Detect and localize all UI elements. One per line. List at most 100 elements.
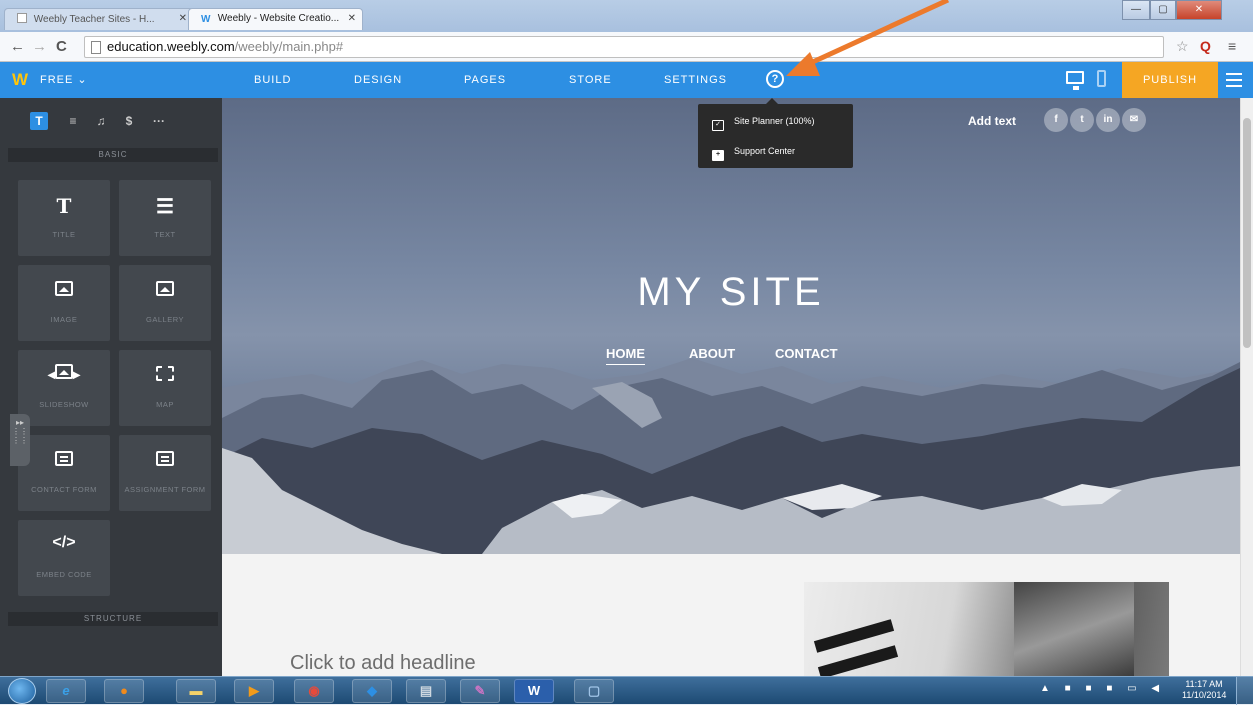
menu-item-label: Support Center bbox=[734, 146, 796, 156]
element-contact-form[interactable]: CONTACT FORM bbox=[18, 435, 110, 511]
system-clock[interactable]: 11:17 AM 11/10/2014 bbox=[1182, 679, 1226, 701]
word-icon[interactable]: W bbox=[514, 679, 554, 703]
publish-button[interactable]: PUBLISH bbox=[1122, 62, 1218, 98]
menu-item-site-planner[interactable]: ✓ Site Planner (100%) bbox=[712, 116, 815, 131]
desktop-view-icon[interactable] bbox=[1066, 71, 1084, 90]
system-tray[interactable]: ▲ ■ ■ ■ ▭ ◀ bbox=[1040, 683, 1165, 694]
element-title[interactable]: T TITLE bbox=[18, 180, 110, 256]
weebly-logo-icon[interactable]: W bbox=[12, 70, 36, 89]
address-bar[interactable]: education.weebly.com/weebly/main.php# bbox=[84, 36, 1164, 58]
tab-label: Weebly Teacher Sites - H... bbox=[33, 14, 155, 25]
nav-build[interactable]: BUILD bbox=[254, 74, 291, 86]
element-assignment-form[interactable]: ASSIGNMENT FORM bbox=[119, 435, 211, 511]
extension-icon[interactable]: Q bbox=[1200, 38, 1211, 54]
facebook-icon[interactable]: f bbox=[1044, 108, 1068, 132]
weebly-nav-left: W FREE ⌄ bbox=[0, 62, 222, 98]
tab-media[interactable]: ♫ bbox=[92, 112, 110, 130]
title-icon: T bbox=[56, 194, 72, 218]
menu-item-label: Site Planner (100%) bbox=[734, 116, 815, 126]
back-arrow-icon[interactable]: ← bbox=[10, 38, 25, 55]
element-label: CONTACT FORM bbox=[31, 485, 97, 494]
browser-tab-weebly-teacher-sites[interactable]: Weebly Teacher Sites - H... ✕ bbox=[4, 8, 194, 30]
firefox-icon[interactable]: ● bbox=[104, 679, 144, 703]
element-label: TITLE bbox=[52, 230, 76, 239]
image-icon bbox=[18, 279, 110, 302]
close-window-button[interactable]: ✕ bbox=[1176, 0, 1222, 20]
minimize-button[interactable]: — bbox=[1122, 0, 1150, 20]
headline-placeholder[interactable]: Click to add headline bbox=[290, 652, 476, 675]
page-icon bbox=[91, 41, 101, 54]
help-dropdown-menu: ✓ Site Planner (100%) + Support Center bbox=[698, 98, 853, 168]
chrome-menu-icon[interactable]: ≡ bbox=[1228, 38, 1236, 54]
element-text[interactable]: ☰ TEXT bbox=[119, 180, 211, 256]
tab-close-icon[interactable]: ✕ bbox=[179, 13, 187, 24]
window-app-icon[interactable]: ▢ bbox=[574, 679, 614, 703]
bookmark-star-icon[interactable]: ☆ bbox=[1176, 38, 1189, 55]
email-icon[interactable]: ✉ bbox=[1122, 108, 1146, 132]
support-icon: + bbox=[712, 150, 724, 161]
plan-dropdown[interactable]: FREE ⌄ bbox=[40, 73, 88, 86]
element-gallery[interactable]: GALLERY bbox=[119, 265, 211, 341]
paint-icon[interactable]: ✎ bbox=[460, 679, 500, 703]
browser-toolbar: ← → C education.weebly.com/weebly/main.p… bbox=[0, 32, 1253, 62]
element-map[interactable]: MAP bbox=[119, 350, 211, 426]
content-image[interactable] bbox=[804, 582, 1169, 676]
contact-form-icon bbox=[18, 449, 110, 472]
text-icon: ☰ bbox=[156, 196, 174, 218]
nav-settings[interactable]: SETTINGS bbox=[664, 74, 727, 86]
tab-close-icon[interactable]: ✕ bbox=[348, 13, 356, 24]
document-icon[interactable]: ▤ bbox=[406, 679, 446, 703]
site-nav-home[interactable]: HOME bbox=[606, 346, 645, 365]
explorer-icon[interactable]: ▬ bbox=[176, 679, 216, 703]
linkedin-icon[interactable]: in bbox=[1096, 108, 1120, 132]
site-nav-contact[interactable]: CONTACT bbox=[775, 346, 838, 361]
element-embed-code[interactable]: </> EMBED CODE bbox=[18, 520, 110, 596]
element-label: IMAGE bbox=[50, 315, 78, 324]
menu-item-support-center[interactable]: + Support Center bbox=[712, 146, 795, 161]
twitter-icon[interactable]: t bbox=[1070, 108, 1094, 132]
annotation-arrow-icon bbox=[786, 0, 950, 76]
media-player-icon[interactable]: ▶ bbox=[234, 679, 274, 703]
element-image[interactable]: IMAGE bbox=[18, 265, 110, 341]
element-slideshow[interactable]: ◂ ▸ SLIDESHOW bbox=[18, 350, 110, 426]
dropbox-icon[interactable]: ◆ bbox=[352, 679, 392, 703]
section-basic-header: BASIC bbox=[8, 148, 218, 162]
windows-taskbar: e ● ▬ ▶ ◉ ◆ ▤ ✎ W ▢ ▲ ■ ■ ■ ▭ ◀ 11:17 AM… bbox=[0, 676, 1253, 705]
element-label: GALLERY bbox=[146, 315, 184, 324]
add-text-placeholder[interactable]: Add text bbox=[968, 114, 1016, 128]
nav-store[interactable]: STORE bbox=[569, 74, 612, 86]
site-nav-about[interactable]: ABOUT bbox=[689, 346, 735, 361]
start-button[interactable] bbox=[8, 678, 36, 704]
element-label: EMBED CODE bbox=[36, 570, 92, 579]
chrome-icon[interactable]: ◉ bbox=[294, 679, 334, 703]
map-icon bbox=[119, 364, 211, 387]
nav-pages[interactable]: PAGES bbox=[464, 74, 506, 86]
site-canvas: Add text f t in ✉ MY SITE HOME ABOUT CON… bbox=[222, 98, 1240, 676]
reload-icon[interactable]: C bbox=[56, 38, 67, 55]
ie-icon[interactable]: e bbox=[46, 679, 86, 703]
tab-basic[interactable]: T bbox=[30, 112, 48, 130]
sidebar-collapse-handle[interactable]: ▸▸ ⋮⋮ ⋮⋮ bbox=[10, 414, 30, 466]
tab-commerce[interactable]: $ bbox=[120, 112, 138, 130]
mobile-view-icon[interactable] bbox=[1097, 70, 1106, 87]
menu-icon[interactable] bbox=[1226, 73, 1242, 87]
section-structure-header: STRUCTURE bbox=[8, 612, 218, 626]
tab-structure[interactable]: ≡ bbox=[64, 112, 82, 130]
element-label: SLIDESHOW bbox=[39, 400, 89, 409]
site-title[interactable]: MY SITE bbox=[222, 270, 1240, 315]
tab-label: Weebly - Website Creatio... bbox=[217, 13, 340, 24]
tab-more[interactable]: ··· bbox=[150, 112, 168, 130]
element-label: ASSIGNMENT FORM bbox=[124, 485, 206, 494]
embed-code-icon: </> bbox=[52, 534, 76, 551]
maximize-button[interactable]: ▢ bbox=[1150, 0, 1176, 20]
image-detail bbox=[817, 645, 899, 676]
browser-tab-weebly-website-creation[interactable]: W Weebly - Website Creatio... ✕ bbox=[188, 8, 363, 30]
elements-sidebar: T ≡ ♫ $ ··· BASIC T TITLE ☰ TEXT IMAGE G… bbox=[0, 98, 222, 676]
assignment-form-icon bbox=[119, 449, 211, 472]
nav-design[interactable]: DESIGN bbox=[354, 74, 402, 86]
page-scrollbar[interactable] bbox=[1240, 98, 1253, 676]
show-desktop-button[interactable] bbox=[1236, 677, 1253, 705]
scrollbar-thumb[interactable] bbox=[1243, 118, 1251, 348]
forward-arrow-icon[interactable]: → bbox=[32, 38, 47, 55]
element-label: MAP bbox=[156, 400, 174, 409]
